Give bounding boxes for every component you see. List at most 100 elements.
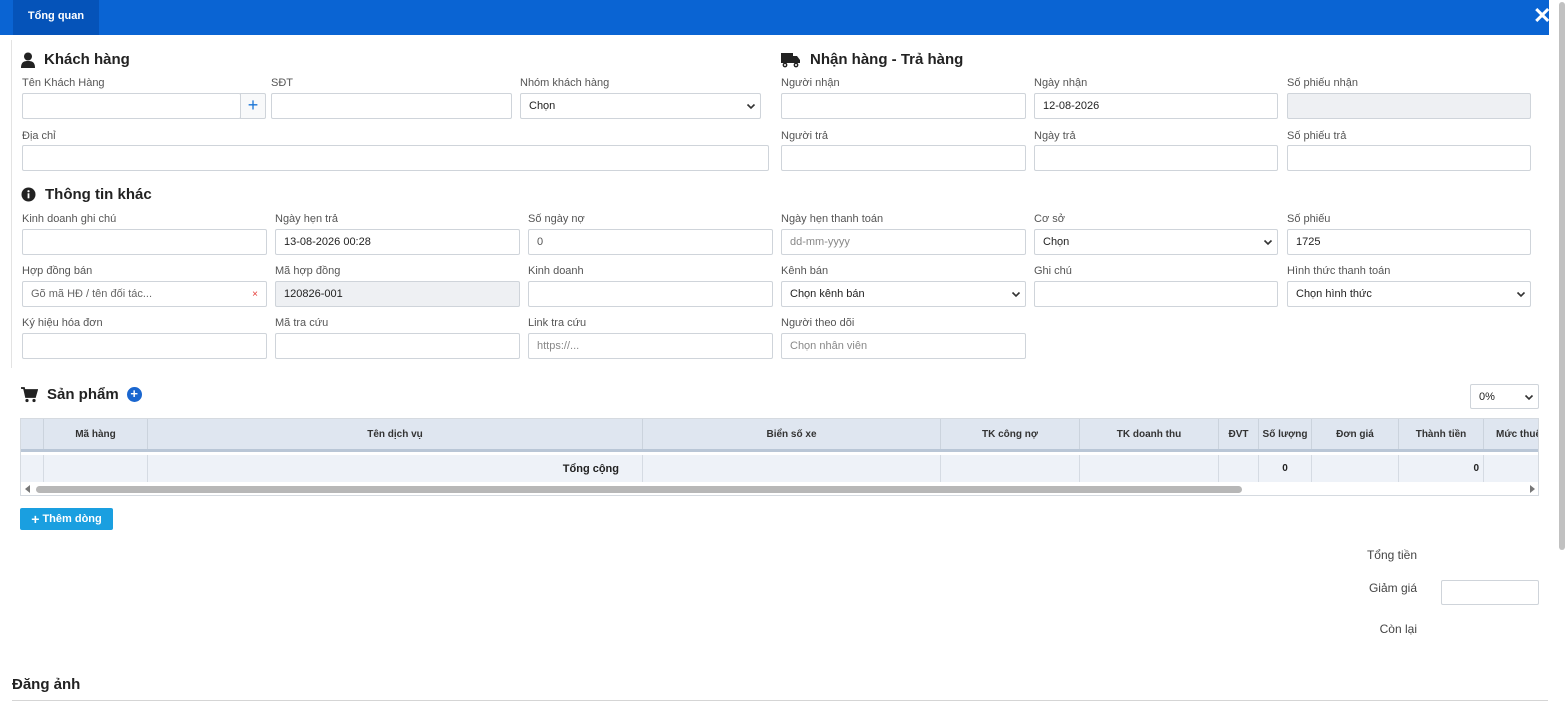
- footer-cell: [1080, 455, 1219, 482]
- phone-input[interactable]: [271, 93, 512, 119]
- customer-title-text: Khách hàng: [44, 51, 130, 68]
- delivery-title-text: Nhận hàng - Trả hàng: [810, 51, 964, 68]
- total-label: Tổng tiền: [1366, 548, 1417, 562]
- due-date-label: Ngày hẹn trả: [275, 213, 338, 225]
- chevron-down-icon: [1516, 291, 1526, 298]
- add-row-button[interactable]: + Thêm dòng: [20, 508, 113, 530]
- customer-name-label: Tên Khách Hàng: [22, 77, 105, 89]
- horizontal-scrollbar[interactable]: [21, 482, 1538, 495]
- scroll-right-icon[interactable]: [1529, 485, 1535, 493]
- invoice-symbol-input[interactable]: [22, 333, 267, 359]
- returner-label: Người trả: [781, 130, 828, 142]
- note-label: Ghi chú: [1034, 265, 1072, 277]
- info-icon: [21, 187, 36, 202]
- footer-cell: [941, 455, 1080, 482]
- add-customer-button[interactable]: +: [240, 93, 266, 119]
- scroll-left-icon[interactable]: [25, 485, 31, 493]
- returner-input[interactable]: [781, 145, 1026, 171]
- column-header-select: [21, 419, 44, 449]
- chevron-down-icon: [1263, 239, 1273, 246]
- debt-days-input[interactable]: 0: [528, 229, 773, 255]
- table-footer-row: Tổng cộng 0 0: [21, 455, 1538, 482]
- footer-total-quantity: 0: [1259, 455, 1312, 482]
- products-title-text: Sản phẩm: [47, 386, 119, 403]
- receive-date-input[interactable]: 12-08-2026: [1034, 93, 1278, 119]
- vertical-scrollbar-thumb[interactable]: [1559, 2, 1565, 550]
- payment-date-input[interactable]: dd-mm-yyyy: [781, 229, 1026, 255]
- user-icon: [21, 52, 35, 68]
- customer-group-select[interactable]: Chọn: [520, 93, 761, 119]
- table-header-row: Mã hàng Tên dịch vụ Biển số xe TK công n…: [21, 419, 1539, 452]
- footer-total-amount: 0: [1399, 455, 1484, 482]
- branch-label: Cơ sở: [1034, 213, 1065, 225]
- footer-cell: [643, 455, 941, 482]
- lookup-code-input[interactable]: [275, 333, 520, 359]
- add-product-icon[interactable]: +: [126, 387, 142, 402]
- slip-number-label: Số phiếu: [1287, 213, 1331, 225]
- vat-select[interactable]: 0%: [1470, 384, 1539, 409]
- vat-value: 0%: [1479, 390, 1495, 403]
- invoice-symbol-label: Ký hiệu hóa đơn: [22, 317, 103, 329]
- debt-days-label: Số ngày nợ: [528, 213, 585, 225]
- footer-cell: [1219, 455, 1259, 482]
- column-header-code: Mã hàng: [44, 419, 148, 449]
- column-header-unit: ĐVT: [1219, 419, 1259, 449]
- plus-icon: +: [31, 511, 40, 527]
- column-header-quantity: Số lượng: [1259, 419, 1312, 449]
- return-slip-label: Số phiếu trả: [1287, 130, 1347, 142]
- follower-label: Người theo dõi: [781, 317, 855, 329]
- receiver-label: Người nhận: [781, 77, 840, 89]
- cart-icon: [21, 386, 38, 402]
- other-info-section-title: Thông tin khác: [21, 186, 152, 203]
- address-label: Địa chỉ: [22, 130, 56, 142]
- footer-cell: [21, 455, 44, 482]
- column-header-license-plate: Biển số xe: [643, 419, 941, 449]
- follower-input[interactable]: Chọn nhân viên: [781, 333, 1026, 359]
- contract-code-label: Mã hợp đồng: [275, 265, 341, 277]
- close-icon[interactable]: ✕: [1533, 5, 1553, 27]
- products-table: Mã hàng Tên dịch vụ Biển số xe TK công n…: [20, 418, 1539, 496]
- products-section-title: Sản phẩm +: [21, 386, 142, 403]
- branch-value: Chọn: [1043, 236, 1070, 248]
- return-date-input[interactable]: [1034, 145, 1278, 171]
- lookup-link-label: Link tra cứu: [528, 317, 587, 329]
- channel-label: Kênh bán: [781, 265, 829, 277]
- slip-number-input[interactable]: 1725: [1287, 229, 1531, 255]
- column-header-debt-account: TK công nợ: [941, 419, 1080, 449]
- note-input[interactable]: [1034, 281, 1278, 307]
- upload-area-border: [12, 700, 1548, 701]
- column-header-revenue-account: TK doanh thu: [1080, 419, 1219, 449]
- receiver-input[interactable]: [781, 93, 1026, 119]
- footer-total-label: Tổng cộng: [148, 455, 643, 482]
- address-input[interactable]: [22, 145, 769, 171]
- branch-select[interactable]: Chọn: [1034, 229, 1278, 255]
- horizontal-scrollbar-thumb[interactable]: [36, 486, 1242, 493]
- chevron-down-icon: [746, 103, 756, 110]
- payment-method-label: Hình thức thanh toán: [1287, 265, 1391, 277]
- customer-name-input[interactable]: [22, 93, 241, 119]
- return-slip-input[interactable]: [1287, 145, 1531, 171]
- column-header-tax-rate: Mức thuế: [1496, 428, 1539, 440]
- payment-method-select[interactable]: Chọn hình thức: [1287, 281, 1531, 307]
- sales-note-input[interactable]: [22, 229, 267, 255]
- sales-input[interactable]: [528, 281, 773, 307]
- header-bar: [0, 0, 1549, 35]
- clear-icon[interactable]: ×: [252, 289, 258, 300]
- section-divider: [11, 40, 12, 368]
- column-header-amount: Thành tiền: [1399, 419, 1484, 449]
- tab-overview[interactable]: Tổng quan: [13, 0, 99, 35]
- payment-method-value: Chọn hình thức: [1296, 288, 1372, 300]
- due-date-input[interactable]: 13-08-2026 00:28: [275, 229, 520, 255]
- phone-label: SĐT: [271, 77, 293, 89]
- customer-group-value: Chọn: [529, 100, 556, 112]
- footer-cell: [44, 455, 148, 482]
- lookup-link-input[interactable]: https://...: [528, 333, 773, 359]
- return-date-label: Ngày trả: [1034, 130, 1076, 142]
- discount-input[interactable]: [1441, 580, 1539, 605]
- payment-date-label: Ngày hẹn thanh toán: [781, 213, 884, 225]
- contract-search-input[interactable]: Gõ mã HĐ / tên đối tác... ×: [22, 281, 267, 307]
- column-header-service-name: Tên dịch vụ: [148, 419, 643, 449]
- contract-search-placeholder: Gõ mã HĐ / tên đối tác...: [31, 288, 153, 300]
- channel-select[interactable]: Chọn kênh bán: [781, 281, 1026, 307]
- remaining-label: Còn lại: [1379, 622, 1417, 636]
